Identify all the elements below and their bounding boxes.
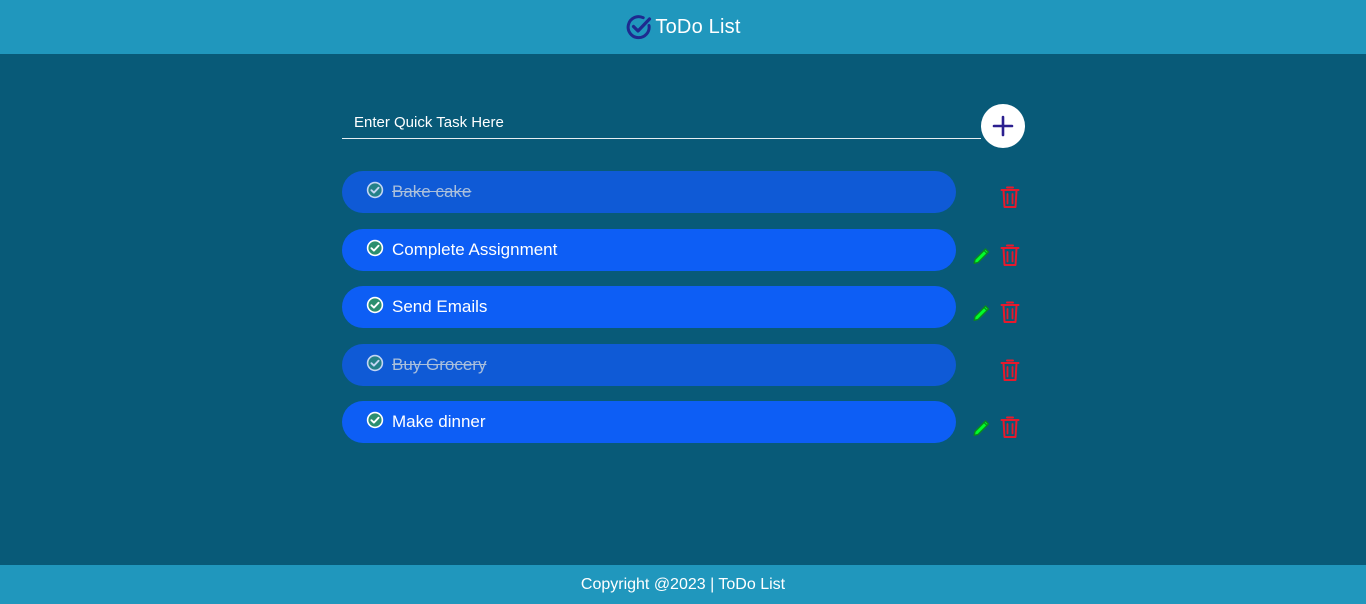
task-list: Bake cake Complete Assignment Send Emails B… xyxy=(342,171,1026,459)
task-label: Bake cake xyxy=(392,182,472,201)
add-task-button[interactable] xyxy=(981,104,1025,148)
plus-icon xyxy=(992,115,1014,137)
task-item: Bake cake xyxy=(342,171,1026,213)
task-item: Make dinner xyxy=(342,401,1026,443)
main-content: Bake cake Complete Assignment Send Emails B… xyxy=(0,54,1366,565)
check-circle-icon xyxy=(627,15,652,40)
delete-task-button[interactable] xyxy=(998,184,1022,210)
app-title: ToDo List xyxy=(655,15,741,38)
copyright-text: Copyright @2023 | ToDo List xyxy=(580,575,786,593)
app-footer: Copyright @2023 | ToDo List xyxy=(0,565,1366,604)
trash-icon xyxy=(1000,186,1020,208)
task-label: Make dinner xyxy=(392,412,486,431)
check-circle-icon xyxy=(366,354,384,371)
task-item: Send Emails xyxy=(342,286,1026,328)
check-circle-icon xyxy=(366,181,384,199)
task-label: Send Emails xyxy=(392,297,488,316)
brand: ToDo List xyxy=(625,13,740,41)
pencil-icon xyxy=(973,420,990,436)
task-item: Buy Grocery xyxy=(342,343,1026,386)
trash-icon xyxy=(1000,359,1020,381)
app-header: ToDo List xyxy=(0,0,1366,54)
check-circle-icon xyxy=(366,239,384,256)
task-toggle[interactable]: Send Emails xyxy=(342,286,956,328)
delete-task-button[interactable] xyxy=(998,299,1022,325)
trash-icon xyxy=(1000,416,1020,438)
task-toggle[interactable]: Buy Grocery xyxy=(342,343,956,386)
check-circle-icon xyxy=(366,411,384,429)
task-toggle[interactable]: Make dinner xyxy=(342,401,956,443)
edit-task-button[interactable] xyxy=(970,243,994,267)
delete-task-button[interactable] xyxy=(998,414,1022,440)
check-circle-icon xyxy=(366,296,384,314)
edit-task-button[interactable] xyxy=(970,415,994,439)
delete-task-button[interactable] xyxy=(998,357,1022,383)
quick-task-input[interactable] xyxy=(342,107,981,139)
trash-icon xyxy=(1000,301,1020,323)
pencil-icon xyxy=(973,247,990,264)
task-item: Complete Assignment xyxy=(342,228,1026,271)
task-toggle[interactable]: Bake cake xyxy=(342,171,956,213)
pencil-icon xyxy=(973,305,990,321)
task-label: Buy Grocery xyxy=(392,354,487,374)
delete-task-button[interactable] xyxy=(998,242,1022,268)
quick-task-form xyxy=(342,104,1026,148)
trash-icon xyxy=(1000,244,1020,266)
task-toggle[interactable]: Complete Assignment xyxy=(342,228,956,271)
edit-task-button[interactable] xyxy=(970,300,994,324)
task-label: Complete Assignment xyxy=(392,239,558,259)
